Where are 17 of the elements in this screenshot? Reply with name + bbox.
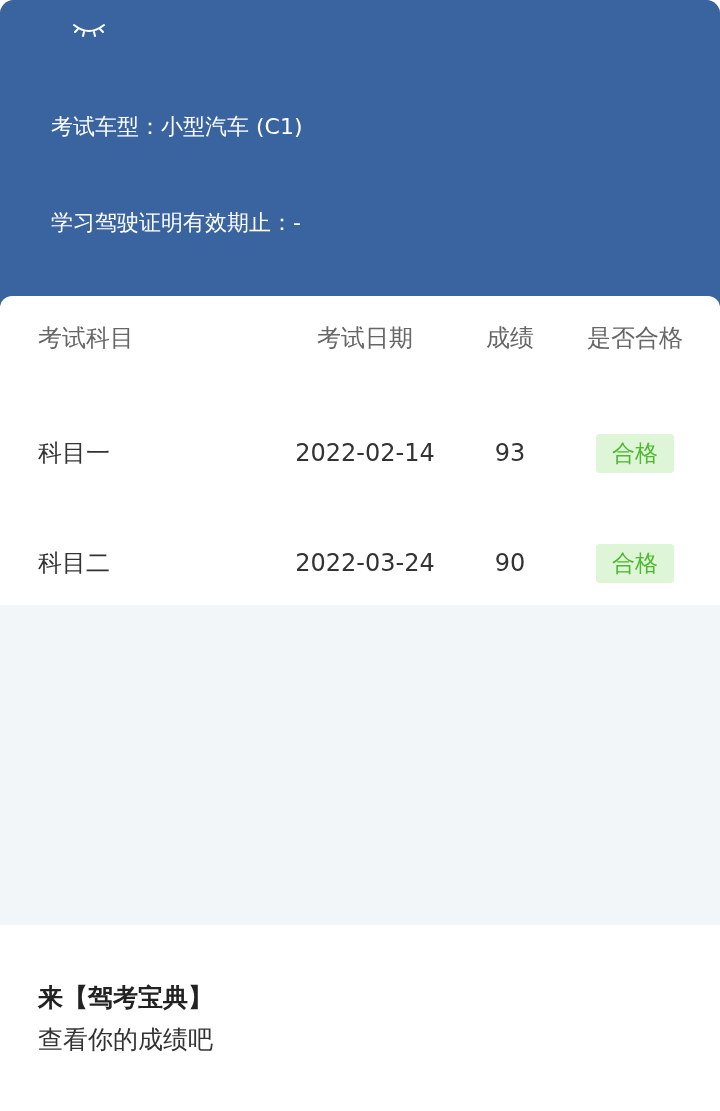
- table-cell-text: 科目一: [37, 438, 111, 469]
- footer-title: 来【驾考宝典】: [38, 982, 214, 1014]
- table-cell-text: 93: [493, 439, 527, 467]
- column-header: 是否合格: [586, 323, 684, 354]
- column-header: 考试科目: [37, 323, 135, 354]
- result-badge: 合格: [596, 543, 674, 583]
- column-header: 成绩: [485, 323, 535, 354]
- eye-closed-icon[interactable]: [71, 22, 107, 38]
- table-cell-text: 科目二: [37, 548, 111, 579]
- info-text: 学习驾驶证明有效期止：-: [51, 209, 302, 237]
- table-cell-text: 2022-03-24: [294, 549, 436, 577]
- result-badge: 合格: [596, 433, 674, 473]
- footer-subtitle: 查看你的成绩吧: [38, 1024, 214, 1056]
- table-cell-text: 2022-02-14: [294, 439, 436, 467]
- table-cell-text: 90: [493, 549, 527, 577]
- column-header: 考试日期: [316, 323, 414, 354]
- info-text: 考试车型：小型汽车 (C1): [51, 113, 304, 141]
